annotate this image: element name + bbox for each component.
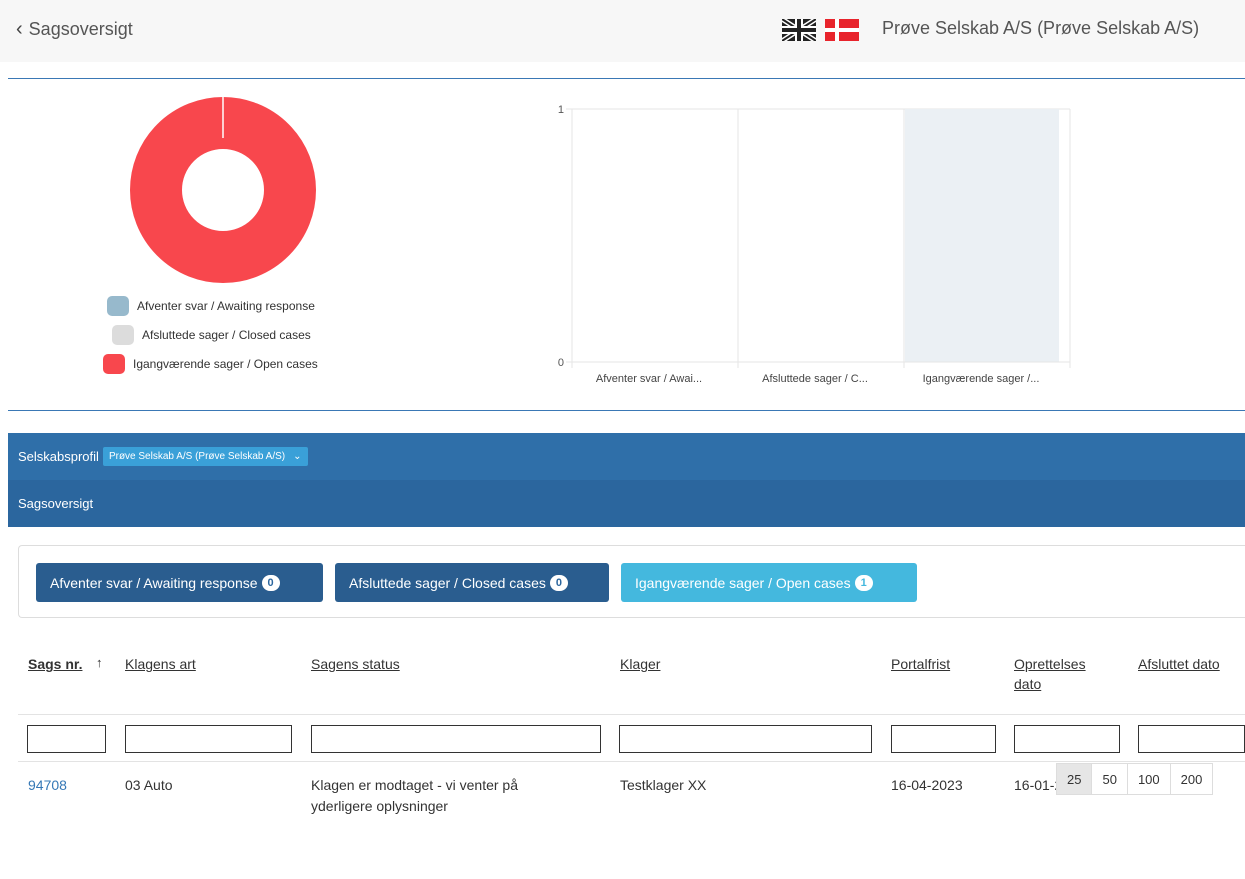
count-badge: 0 xyxy=(261,574,280,591)
company-profile-value: Prøve Selskab A/S (Prøve Selskab A/S) xyxy=(108,451,286,462)
donut-chart xyxy=(130,97,316,283)
filter-awaiting-label: Afventer svar / Awaiting response xyxy=(50,574,258,591)
sort-arrow-icon: ↑ xyxy=(96,655,103,670)
divider xyxy=(8,78,1245,79)
legend-awaiting[interactable]: Afventer svar / Awaiting response xyxy=(107,296,315,316)
legend-swatch-awaiting xyxy=(107,296,129,316)
y-tick-label: 1 xyxy=(558,104,564,116)
legend-label-closed: Afsluttede sager / Closed cases xyxy=(142,328,311,342)
count-badge: 0 xyxy=(549,574,569,591)
y-tick-label: 0 xyxy=(558,357,564,369)
filter-closed-button[interactable]: Afsluttede sager / Closed cases 0 xyxy=(335,563,609,602)
filter-input-type[interactable] xyxy=(125,725,292,753)
company-name[interactable]: Prøve Selskab A/S (Prøve Selskab A/S) xyxy=(882,18,1199,39)
bar xyxy=(905,109,1059,362)
page-size-50[interactable]: 50 xyxy=(1091,763,1128,795)
legend-swatch-closed xyxy=(112,325,134,345)
cell-complainant: Testklager XX xyxy=(620,777,707,793)
count-badge: 1 xyxy=(854,574,873,591)
section-title: Sagsoversigt xyxy=(18,496,94,511)
cell-status: Klagen er modtaget - vi venter på yderli… xyxy=(311,777,519,814)
back-link[interactable]: ‹ Sagsoversigt xyxy=(16,18,133,41)
page-size-100[interactable]: 100 xyxy=(1126,763,1171,795)
filter-input-closed[interactable] xyxy=(1138,725,1245,753)
legend-closed[interactable]: Afsluttede sager / Closed cases xyxy=(112,325,311,345)
back-label: Sagsoversigt xyxy=(28,19,133,39)
filter-input-case-no[interactable] xyxy=(27,725,106,753)
filter-input-status[interactable] xyxy=(311,725,601,753)
page-size-200[interactable]: 200 xyxy=(1169,763,1214,795)
uk-flag-icon[interactable] xyxy=(782,19,816,41)
company-profile-bar: Selskabsprofil Prøve Selskab A/S (Prøve … xyxy=(8,433,1245,480)
section-header: Sagsoversigt xyxy=(8,480,1245,527)
filter-open-label: Igangværende sager / Open cases xyxy=(635,574,851,591)
filter-input-deadline[interactable] xyxy=(891,725,996,753)
chevron-down-icon: ⌄ xyxy=(293,451,302,462)
filter-input-created[interactable] xyxy=(1014,725,1120,753)
column-header-label: Sags nr. xyxy=(28,656,83,672)
legend-swatch-open xyxy=(103,354,125,374)
filter-open-button[interactable]: Igangværende sager / Open cases 1 xyxy=(621,563,917,602)
x-tick-label: Afsluttede sager / C... xyxy=(762,373,868,385)
column-header-closed[interactable]: Afsluttet dato xyxy=(1138,654,1220,674)
danish-flag-icon[interactable] xyxy=(825,19,859,41)
divider xyxy=(8,410,1245,411)
filter-closed-label: Afsluttede sager / Closed cases xyxy=(349,574,546,591)
bar-chart: 1 0 Afventer svar / Awai... Afsluttede sage… xyxy=(558,104,1071,385)
legend-open[interactable]: Igangværende sager / Open cases xyxy=(103,354,318,374)
company-profile-select[interactable]: Prøve Selskab A/S (Prøve Selskab A/S) ⌄ xyxy=(102,447,308,466)
x-tick-label: Igangværende sager /... xyxy=(923,373,1040,385)
column-header-type[interactable]: Klagens art xyxy=(125,654,196,674)
column-header-status[interactable]: Sagens status xyxy=(311,654,400,674)
column-header-created[interactable]: Oprettelses dato xyxy=(1014,654,1104,694)
cell-type: 03 Auto xyxy=(125,777,173,793)
row-divider xyxy=(18,761,1245,762)
legend-label-open: Igangværende sager / Open cases xyxy=(133,357,318,371)
case-number-link[interactable]: 94708 xyxy=(28,775,67,796)
top-bar: ‹ Sagsoversigt Prøve Selskab A/S (Prøve … xyxy=(0,0,1245,62)
column-header-complainant[interactable]: Klager xyxy=(620,654,660,674)
cell-deadline: 16-04-2023 xyxy=(891,777,963,793)
company-profile-label: Selskabsprofil xyxy=(18,449,99,464)
page-size-25[interactable]: 25 xyxy=(1056,763,1093,795)
chevron-left-icon: ‹ xyxy=(16,18,23,40)
column-header-deadline[interactable]: Portalfrist xyxy=(891,654,950,674)
filter-input-complainant[interactable] xyxy=(619,725,872,753)
legend-label-awaiting: Afventer svar / Awaiting response xyxy=(137,299,315,313)
x-tick-label: Afventer svar / Awai... xyxy=(596,373,702,385)
filter-awaiting-button[interactable]: Afventer svar / Awaiting response 0 xyxy=(36,563,323,602)
page-size-selector: 25 50 100 200 xyxy=(1056,763,1214,795)
column-header-case-no[interactable]: Sags nr. xyxy=(28,654,82,674)
donut-slice-open xyxy=(130,97,316,283)
row-divider xyxy=(18,714,1245,715)
